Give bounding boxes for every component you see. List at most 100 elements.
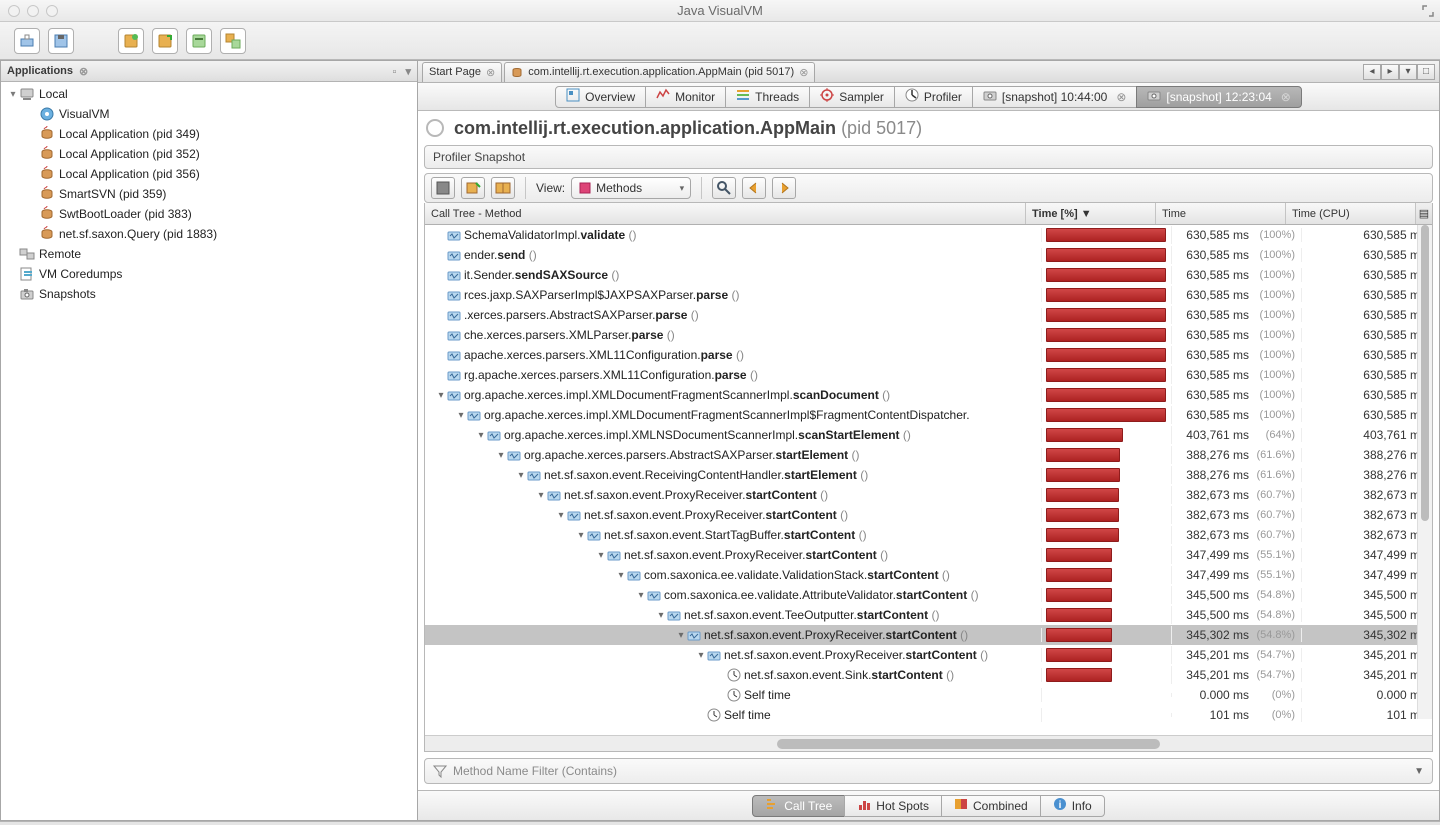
subtab-overview[interactable]: Overview — [555, 86, 646, 108]
table-row[interactable]: ▾net.sf.saxon.event.ProxyReceiver.startC… — [425, 545, 1432, 565]
col-method[interactable]: Call Tree - Method — [425, 203, 1026, 224]
view-select[interactable]: Methods — [571, 177, 691, 199]
find-prev-button[interactable] — [742, 177, 766, 199]
disclosure-icon[interactable]: ▾ — [575, 530, 587, 541]
table-row[interactable]: ▾org.apache.xerces.impl.XMLNSDocumentSca… — [425, 425, 1432, 445]
tree-node[interactable]: VisualVM — [1, 104, 417, 124]
bottom-tab-combined[interactable]: Combined — [941, 795, 1041, 817]
table-row[interactable]: ▾com.saxonica.ee.validate.AttributeValid… — [425, 585, 1432, 605]
load-button[interactable] — [14, 28, 40, 54]
filter-bar[interactable]: Method Name Filter (Contains) ▼ — [424, 758, 1433, 784]
subtab-profiler[interactable]: Profiler — [894, 86, 973, 108]
disclosure-icon[interactable]: ▾ — [455, 410, 467, 421]
table-row[interactable]: SchemaValidatorImpl.validate ()630,585 m… — [425, 225, 1432, 245]
tab-list-button[interactable]: ▾ — [1399, 64, 1417, 80]
table-row[interactable]: ▾net.sf.saxon.event.TeeOutputter.startCo… — [425, 605, 1432, 625]
table-row[interactable]: ▾net.sf.saxon.event.ProxyReceiver.startC… — [425, 485, 1432, 505]
save-button[interactable] — [48, 28, 74, 54]
disclosure-icon[interactable]: ▾ — [595, 550, 607, 561]
disclosure-icon[interactable]: ▾ — [555, 510, 567, 521]
tab-maximize-button[interactable]: □ — [1417, 64, 1435, 80]
table-row[interactable]: ▾net.sf.saxon.event.StartTagBuffer.start… — [425, 525, 1432, 545]
subtab--snapshot----------[interactable]: [snapshot] 12:23:04⊗ — [1136, 86, 1301, 108]
table-row[interactable]: ▾ org.apache.xerces.impl.XMLDocumentFrag… — [425, 385, 1432, 405]
find-button[interactable] — [712, 177, 736, 199]
export-button[interactable] — [461, 177, 485, 199]
disclosure-icon[interactable]: ▾ — [475, 430, 487, 441]
close-icon[interactable]: ⊗ — [486, 66, 495, 79]
disclosure-icon[interactable]: ▾ — [515, 470, 527, 481]
tree-node[interactable]: Snapshots — [1, 284, 417, 304]
table-row[interactable]: ▾net.sf.saxon.event.ProxyReceiver.startC… — [425, 625, 1432, 645]
tree-node[interactable]: ▾Local — [1, 84, 417, 104]
find-next-button[interactable] — [772, 177, 796, 199]
table-row[interactable]: Self time101 ms(0%)101 ms — [425, 705, 1432, 725]
tree-node[interactable]: SwtBootLoader (pid 383) — [1, 204, 417, 224]
bottom-tab-info[interactable]: iInfo — [1040, 795, 1105, 817]
vertical-scrollbar[interactable] — [1417, 225, 1432, 719]
table-row[interactable]: ▾net.sf.saxon.event.ProxyReceiver.startC… — [425, 645, 1432, 665]
heap-dump-button[interactable] — [186, 28, 212, 54]
close-icon[interactable]: ⊗ — [799, 66, 808, 79]
applications-tree[interactable]: ▾LocalVisualVMLocal Application (pid 349… — [1, 82, 417, 820]
disclosure-icon[interactable]: ▾ — [635, 590, 647, 601]
tree-node[interactable]: SmartSVN (pid 359) — [1, 184, 417, 204]
bottom-tab-hot-spots[interactable]: Hot Spots — [844, 795, 942, 817]
tree-node[interactable]: Local Application (pid 352) — [1, 144, 417, 164]
table-row[interactable]: rg.apache.xerces.parsers.XML11Configurat… — [425, 365, 1432, 385]
horizontal-scrollbar[interactable] — [425, 735, 1432, 751]
subtab-threads[interactable]: Threads — [725, 86, 810, 108]
disclosure-icon[interactable]: ▾ — [615, 570, 627, 581]
table-row[interactable]: it.Sender.sendSAXSource ()630,585 ms(100… — [425, 265, 1432, 285]
tab-start-page[interactable]: Start Page ⊗ — [422, 62, 502, 82]
table-row[interactable]: .xerces.parsers.AbstractSAXParser.parse … — [425, 305, 1432, 325]
disclosure-icon[interactable]: ▾ — [695, 650, 707, 661]
chevron-down-icon[interactable]: ▼ — [1414, 766, 1424, 777]
table-row[interactable]: apache.xerces.parsers.XML11Configuration… — [425, 345, 1432, 365]
table-row[interactable]: ▾org.apache.xerces.impl.XMLDocumentFragm… — [425, 405, 1432, 425]
subtab-monitor[interactable]: Monitor — [645, 86, 726, 108]
subtab--snapshot----------[interactable]: [snapshot] 10:44:00⊗ — [972, 86, 1137, 108]
panel-menu-icon[interactable]: ▾ — [405, 66, 411, 78]
app-snapshot-button[interactable] — [118, 28, 144, 54]
disclosure-icon[interactable]: ▾ — [655, 610, 667, 621]
table-row[interactable]: ▾net.sf.saxon.event.ReceivingContentHand… — [425, 465, 1432, 485]
subtab-sampler[interactable]: Sampler — [809, 86, 895, 108]
table-row[interactable]: ▾com.saxonica.ee.validate.ValidationStac… — [425, 565, 1432, 585]
tree-node[interactable]: Local Application (pid 349) — [1, 124, 417, 144]
save-snapshot-button[interactable] — [431, 177, 455, 199]
tree-node[interactable]: Remote — [1, 244, 417, 264]
zoom-window-icon[interactable] — [46, 5, 58, 17]
thread-dump-button[interactable] — [152, 28, 178, 54]
col-time-pct[interactable]: Time [%] ▼ — [1026, 203, 1156, 224]
column-config-icon[interactable]: ▤ — [1416, 203, 1432, 224]
tab-appmain[interactable]: com.intellij.rt.execution.application.Ap… — [504, 62, 815, 82]
tab-next-button[interactable]: ▸ — [1381, 64, 1399, 80]
snapshot-diff-button[interactable] — [220, 28, 246, 54]
panel-close-icon[interactable]: ⊗ — [79, 65, 88, 78]
table-row[interactable]: ▾org.apache.xerces.parsers.AbstractSAXPa… — [425, 445, 1432, 465]
close-icon[interactable]: ⊗ — [1116, 90, 1126, 104]
tree-node[interactable]: VM Coredumps — [1, 264, 417, 284]
tree-node[interactable]: Local Application (pid 356) — [1, 164, 417, 184]
table-row[interactable]: ender.send ()630,585 ms(100%)630,585 ms — [425, 245, 1432, 265]
table-row[interactable]: che.xerces.parsers.XMLParser.parse ()630… — [425, 325, 1432, 345]
tab-prev-button[interactable]: ◂ — [1363, 64, 1381, 80]
fullscreen-icon[interactable] — [1422, 5, 1434, 17]
disclosure-icon[interactable]: ▾ — [435, 390, 447, 401]
table-row[interactable]: rces.jaxp.SAXParserImpl$JAXPSAXParser.pa… — [425, 285, 1432, 305]
compare-button[interactable] — [491, 177, 515, 199]
close-icon[interactable]: ⊗ — [1281, 90, 1291, 104]
table-body[interactable]: SchemaValidatorImpl.validate ()630,585 m… — [425, 225, 1432, 735]
col-time-cpu[interactable]: Time (CPU) — [1286, 203, 1416, 224]
table-row[interactable]: net.sf.saxon.event.Sink.startContent ()3… — [425, 665, 1432, 685]
bottom-tab-call-tree[interactable]: Call Tree — [752, 795, 845, 817]
disclosure-icon[interactable]: ▾ — [675, 630, 687, 641]
minimize-window-icon[interactable] — [27, 5, 39, 17]
panel-minimize-icon[interactable]: ▫ — [393, 66, 397, 78]
tree-node[interactable]: net.sf.saxon.Query (pid 1883) — [1, 224, 417, 244]
col-time[interactable]: Time — [1156, 203, 1286, 224]
close-window-icon[interactable] — [8, 5, 20, 17]
disclosure-icon[interactable]: ▾ — [535, 490, 547, 501]
table-row[interactable]: ▾net.sf.saxon.event.ProxyReceiver.startC… — [425, 505, 1432, 525]
